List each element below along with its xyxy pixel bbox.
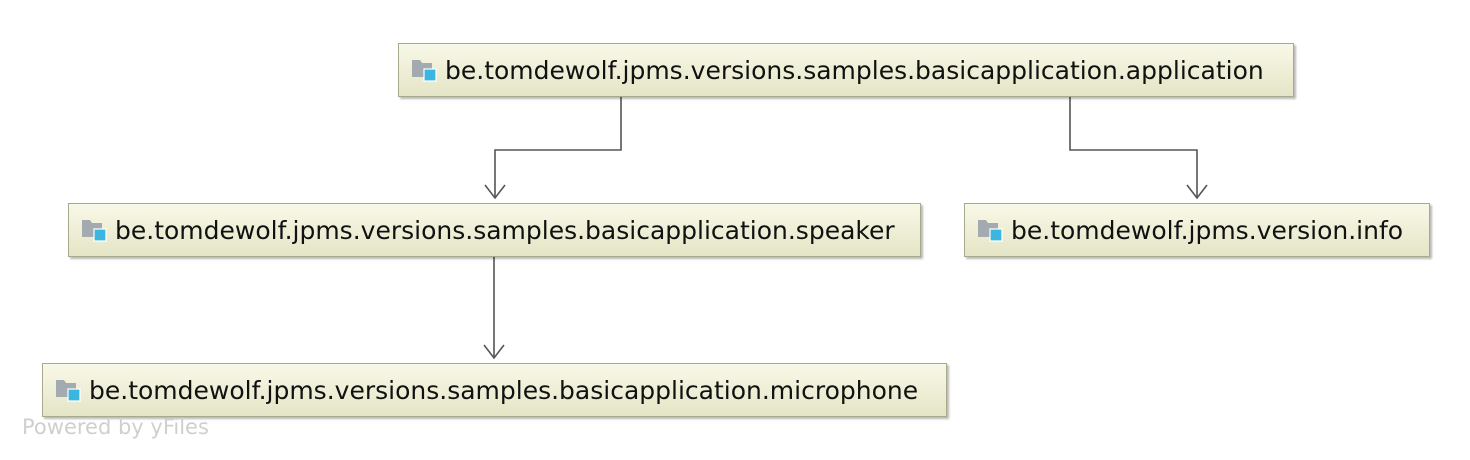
edge-application-to-speaker: [494, 97, 622, 198]
module-folder-icon: [56, 380, 81, 402]
edge-application-to-versioninfo: [1069, 97, 1198, 198]
module-dependency-diagram: be.tomdewolf.jpms.versions.samples.basic…: [0, 0, 1470, 460]
module-node-label: be.tomdewolf.jpms.versions.samples.basic…: [89, 375, 919, 405]
yfiles-watermark: Powered by yFiles: [22, 415, 209, 439]
module-node-speaker[interactable]: be.tomdewolf.jpms.versions.samples.basic…: [68, 203, 921, 257]
module-node-label: be.tomdewolf.jpms.versions.samples.basic…: [445, 55, 1264, 85]
module-node-label: be.tomdewolf.jpms.versions.samples.basic…: [115, 215, 895, 245]
module-node-version-info[interactable]: be.tomdewolf.jpms.version.info: [964, 203, 1430, 257]
module-folder-icon: [412, 60, 437, 82]
module-node-label: be.tomdewolf.jpms.version.info: [1011, 215, 1404, 245]
module-node-application[interactable]: be.tomdewolf.jpms.versions.samples.basic…: [398, 43, 1294, 97]
module-node-microphone[interactable]: be.tomdewolf.jpms.versions.samples.basic…: [42, 363, 947, 417]
module-folder-icon: [978, 220, 1003, 242]
module-folder-icon: [82, 220, 107, 242]
